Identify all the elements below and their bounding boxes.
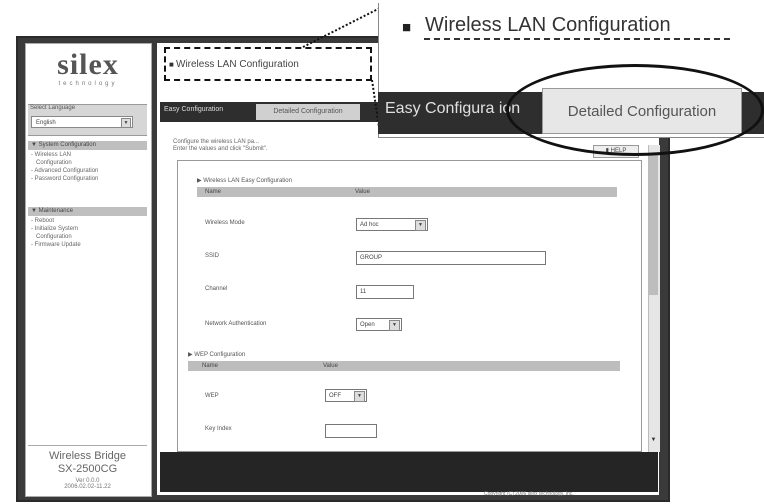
zoom-page-title: Wireless LAN Configuration <box>425 14 671 36</box>
zoom-tab-easy-configuration[interactable]: Easy Configura ion <box>385 100 520 118</box>
connector-line-top <box>302 7 381 48</box>
zoom-title-underline <box>424 38 730 40</box>
title-bullet-icon-large: ■ <box>402 19 412 36</box>
highlight-ellipse <box>506 64 764 156</box>
